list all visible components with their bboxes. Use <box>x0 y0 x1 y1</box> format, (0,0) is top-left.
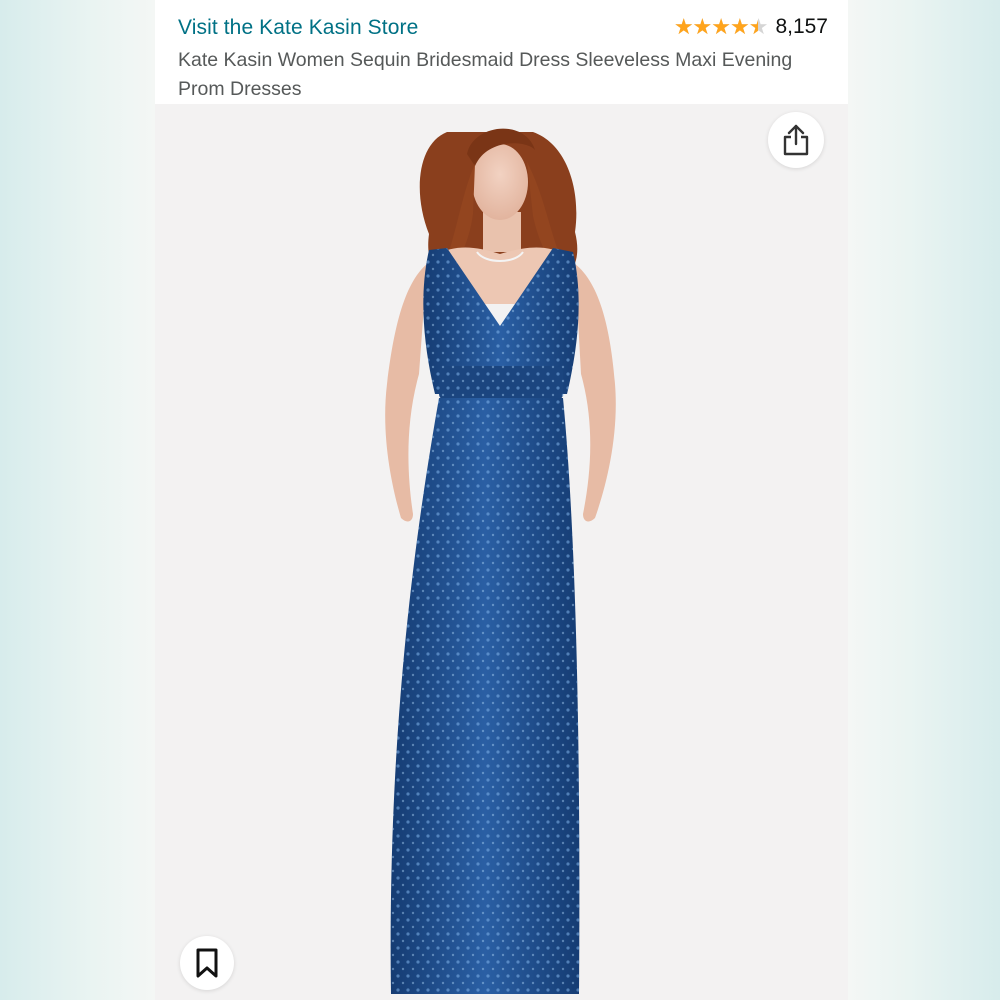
rating-count[interactable]: 8,157 <box>775 15 828 39</box>
product-header: Visit the Kate Kasin Store ★★★★★ ★★★★★ 8… <box>155 0 848 104</box>
store-link[interactable]: Visit the Kate Kasin Store <box>178 16 418 40</box>
product-page: Visit the Kate Kasin Store ★★★★★ ★★★★★ 8… <box>155 0 848 1000</box>
product-image <box>385 128 616 994</box>
star-rating: ★★★★★ ★★★★★ <box>673 15 769 39</box>
share-icon <box>783 124 809 156</box>
product-title: Kate Kasin Women Sequin Bridesmaid Dress… <box>178 49 793 100</box>
share-button[interactable] <box>768 112 824 168</box>
star-rating-fill: ★★★★★ <box>673 15 758 39</box>
bookmark-icon <box>196 948 218 978</box>
save-to-list-button[interactable] <box>180 936 234 990</box>
product-image-gallery[interactable] <box>155 104 848 1000</box>
right-backdrop <box>848 0 1000 1000</box>
rating-summary[interactable]: ★★★★★ ★★★★★ 8,157 <box>674 15 828 39</box>
left-backdrop <box>0 0 155 1000</box>
